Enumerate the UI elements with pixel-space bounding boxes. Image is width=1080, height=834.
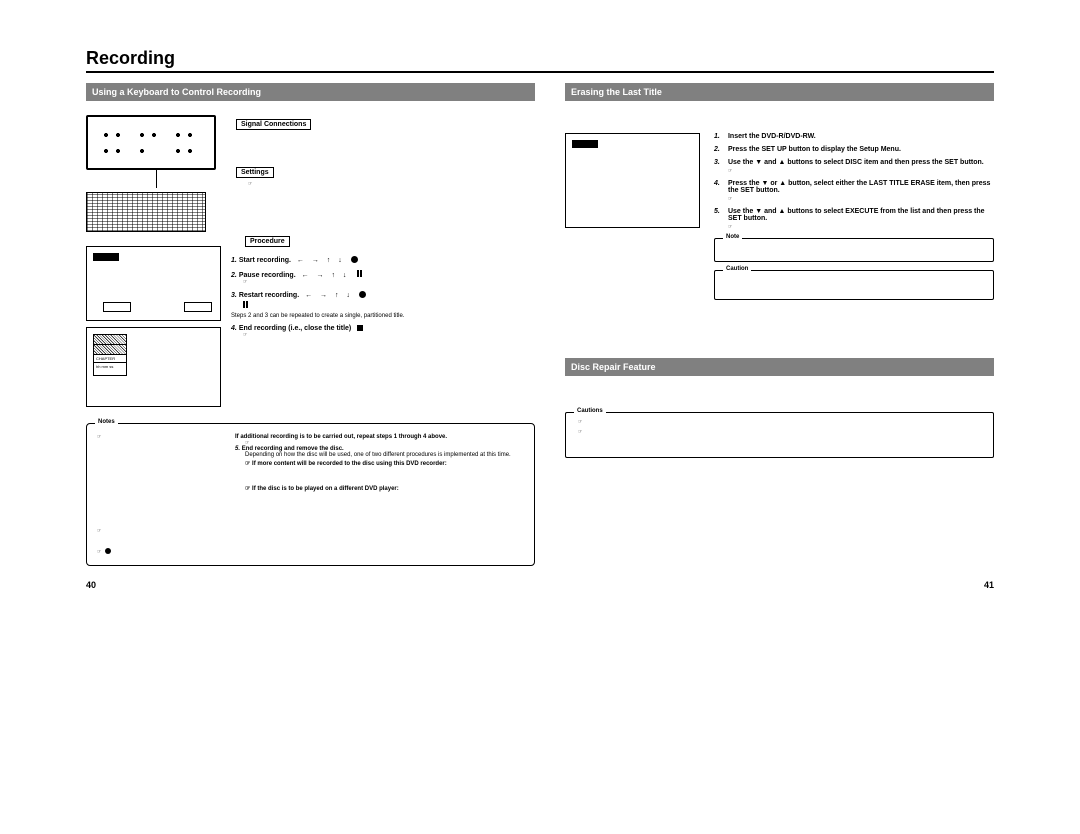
step-5-subtext: Depending on how the disc will be used, … bbox=[245, 452, 524, 458]
notes-legend: Notes bbox=[95, 419, 118, 425]
screen-illustration-1 bbox=[86, 246, 221, 321]
step-3-text: Restart recording. bbox=[239, 292, 299, 299]
step-2-text: Pause recording. bbox=[239, 272, 296, 279]
note-frame: Note bbox=[714, 238, 994, 262]
two-column-layout: Using a Keyboard to Control Recording Si… bbox=[86, 83, 994, 566]
erase-step-3: 3.Use the ▼ and ▲ buttons to select DISC… bbox=[714, 159, 994, 166]
stop-icon bbox=[357, 325, 363, 331]
arrow-sequence-1: ← → ↑ ↓ bbox=[297, 257, 358, 264]
erase-step-1: 1.Insert the DVD-R/DVD-RW. bbox=[714, 133, 994, 140]
record-dot-icon bbox=[105, 548, 111, 554]
pause-icon bbox=[357, 270, 362, 277]
page-number-left: 40 bbox=[86, 580, 96, 590]
step-2-ref: ☞ bbox=[243, 279, 535, 285]
screen-illustration-3 bbox=[565, 133, 700, 228]
repeat-note: Steps 2 and 3 can be repeated to create … bbox=[231, 313, 535, 319]
erase-ref-4: ☞ bbox=[728, 196, 994, 202]
cautions-frame: Cautions ☞ ☞ bbox=[565, 412, 994, 458]
section-erasing-title: Erasing the Last Title bbox=[565, 83, 994, 101]
note-legend: Note bbox=[723, 234, 742, 240]
notes-frame: Notes ☞ ☞ ☞ If additional recording is t… bbox=[86, 423, 535, 566]
erasing-content: 1.Insert the DVD-R/DVD-RW. 2.Press the S… bbox=[565, 133, 994, 300]
erase-step-1-text: Insert the DVD-R/DVD-RW. bbox=[728, 133, 816, 140]
right-column: Erasing the Last Title 1.Insert the DVD-… bbox=[565, 83, 994, 566]
keyboard-icon bbox=[86, 192, 206, 232]
cautions-ref-1: ☞ bbox=[578, 419, 985, 425]
erase-step-4-text: Press the ▼ or ▲ button, select either t… bbox=[728, 180, 994, 194]
section-keyboard-control: Using a Keyboard to Control Recording bbox=[86, 83, 535, 101]
arrow-sequence-3: ← → ↑ ↓ bbox=[305, 292, 366, 299]
section-disc-repair: Disc Repair Feature bbox=[565, 358, 994, 376]
caution-frame-small: Caution bbox=[714, 270, 994, 300]
erase-step-5-text: Use the ▼ and ▲ buttons to select EXECUT… bbox=[728, 208, 994, 222]
step-5b: ☞ If the disc is to be played on a diffe… bbox=[245, 485, 524, 492]
arrow-sequence-2: ← → ↑ ↓ bbox=[302, 272, 363, 279]
step-5a: ☞ If more content will be recorded to th… bbox=[245, 460, 524, 467]
erase-ref-3: ☞ bbox=[728, 168, 994, 174]
record-icon bbox=[351, 256, 358, 263]
step-1: 1.Start recording. ← → ↑ ↓ bbox=[231, 256, 535, 264]
cautions-ref-2: ☞ bbox=[578, 429, 985, 435]
notes-ref-3: ☞ bbox=[97, 548, 227, 555]
cable-icon bbox=[156, 170, 157, 188]
page-numbers: 40 41 bbox=[86, 580, 994, 590]
settings-heading: Settings bbox=[236, 167, 274, 178]
step-1-text: Start recording. bbox=[239, 257, 291, 264]
step-4-ref: ☞ bbox=[243, 332, 535, 338]
page-title: Recording bbox=[86, 48, 994, 73]
step-4: 4.End recording (i.e., close the title) bbox=[231, 325, 535, 332]
erase-step-4: 4.Press the ▼ or ▲ button, select either… bbox=[714, 180, 994, 194]
step-4-text: End recording (i.e., close the title) bbox=[239, 325, 351, 332]
manual-page: Recording Using a Keyboard to Control Re… bbox=[0, 0, 1080, 620]
erase-step-3-text: Use the ▼ and ▲ buttons to select DISC i… bbox=[728, 159, 984, 166]
signal-connections-text: Signal Connections Settings ☞ bbox=[236, 115, 311, 187]
erase-step-5: 5.Use the ▼ and ▲ buttons to select EXEC… bbox=[714, 208, 994, 222]
notes-left-column: ☞ ☞ ☞ bbox=[97, 434, 227, 555]
page-number-right: 41 bbox=[984, 580, 994, 590]
erase-step-2-text: Press the SET UP button to display the S… bbox=[728, 146, 901, 153]
rear-panel-icon bbox=[86, 115, 216, 170]
erase-step-2: 2.Press the SET UP button to display the… bbox=[714, 146, 994, 153]
device-illustration bbox=[86, 115, 226, 232]
settings-ref: ☞ bbox=[248, 181, 311, 187]
erasing-steps: 1.Insert the DVD-R/DVD-RW. 2.Press the S… bbox=[714, 133, 994, 300]
cautions-legend: Cautions bbox=[574, 408, 606, 414]
left-column: Using a Keyboard to Control Recording Si… bbox=[86, 83, 535, 566]
record-icon-2 bbox=[359, 291, 366, 298]
notes-right-column: If additional recording is to be carried… bbox=[235, 434, 524, 555]
signal-connections-heading: Signal Connections bbox=[236, 119, 311, 130]
pause-icon-2 bbox=[243, 303, 248, 310]
caution-legend-small: Caution bbox=[723, 266, 751, 272]
step-3: 3.Restart recording. ← → ↑ ↓ bbox=[231, 291, 535, 299]
erase-ref-5: ☞ bbox=[728, 224, 994, 230]
procedure-heading: Procedure bbox=[245, 236, 290, 247]
signal-connections-row: Signal Connections Settings ☞ bbox=[86, 115, 535, 232]
step-2: 2.Pause recording. ← → ↑ ↓ bbox=[231, 270, 535, 279]
screen-illustration-2: CHAPTER hh mm ss bbox=[86, 327, 221, 407]
